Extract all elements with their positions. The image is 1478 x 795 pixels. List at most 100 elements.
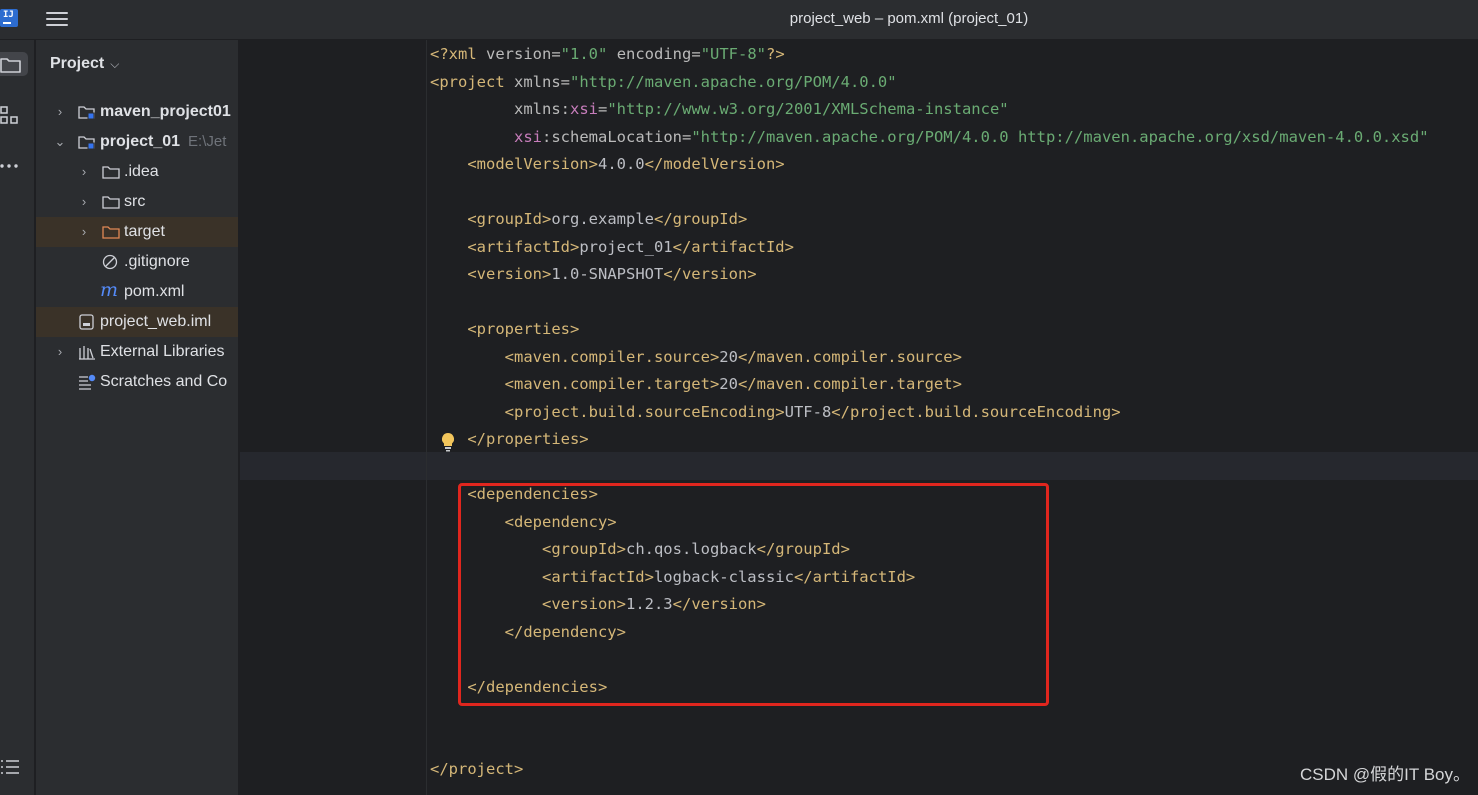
tag: </maven.compiler.target> bbox=[737, 375, 962, 393]
code-line[interactable]: <maven.compiler.source>20</maven.compile… bbox=[430, 343, 962, 371]
tag: </version> bbox=[663, 265, 757, 283]
tree-item-label: External Libraries bbox=[100, 343, 225, 360]
project-panel: Project ⌵ › maven_project01 ⌄ project_01 E… bbox=[36, 40, 239, 795]
tag: <maven.compiler.source> bbox=[504, 347, 720, 366]
attr-name: xsi bbox=[570, 100, 598, 118]
ignore-file-icon bbox=[102, 254, 118, 270]
tree-item-label: project_01 E:\Jet bbox=[100, 127, 226, 157]
code-line[interactable]: <version>1.0-SNAPSHOT</version> bbox=[430, 260, 757, 288]
maven-file-icon: m bbox=[100, 279, 119, 301]
folder-icon bbox=[102, 196, 120, 209]
tag: </modelVersion> bbox=[644, 155, 785, 173]
project-view-selector[interactable]: Project ⌵ bbox=[50, 55, 119, 73]
code-line[interactable] bbox=[430, 288, 439, 316]
code-line[interactable]: xsi:schemaLocation="http://maven.apache.… bbox=[430, 123, 1429, 151]
element-text: project_01 bbox=[579, 237, 673, 256]
tag: </artifactId> bbox=[672, 237, 794, 256]
code-line[interactable] bbox=[430, 178, 439, 206]
xml-decl: <?xml bbox=[430, 45, 486, 63]
tree-item-scratches[interactable]: Scratches and Co bbox=[36, 367, 238, 397]
structure-icon bbox=[0, 106, 18, 124]
tree-item-project-01[interactable]: ⌄ project_01 E:\Jet bbox=[36, 127, 238, 157]
libraries-icon bbox=[79, 346, 95, 360]
code-line[interactable]: <modelVersion>4.0.0</modelVersion> bbox=[430, 150, 785, 178]
code-line[interactable] bbox=[430, 453, 439, 481]
tag: <maven.compiler.target> bbox=[504, 375, 720, 393]
title-bar: project_web – pom.xml (project_01) bbox=[0, 0, 1478, 40]
gutter-divider bbox=[426, 40, 427, 795]
chevron-right-icon[interactable]: › bbox=[78, 157, 90, 187]
code-line[interactable] bbox=[430, 728, 439, 756]
tree-item-maven-project01[interactable]: › maven_project01 bbox=[36, 97, 238, 127]
list-icon bbox=[1, 760, 19, 774]
module-name: project_01 bbox=[100, 133, 181, 150]
tree-item-target[interactable]: › target bbox=[36, 217, 238, 247]
tree-item-pom-xml[interactable]: m pom.xml bbox=[36, 277, 238, 307]
chevron-right-icon[interactable]: › bbox=[78, 187, 90, 217]
project-tool-button[interactable] bbox=[0, 52, 28, 76]
folder-icon bbox=[102, 166, 120, 179]
more-icon bbox=[0, 164, 18, 168]
watermark: CSDN @假的IT Boy。 bbox=[1300, 765, 1470, 784]
window-title: project_web – pom.xml (project_01) bbox=[789, 10, 1029, 27]
tree-item-label: project_web.iml bbox=[100, 313, 212, 330]
tag: </groupId> bbox=[653, 210, 748, 228]
attr-name: encoding bbox=[616, 45, 692, 63]
chevron-right-icon[interactable]: › bbox=[54, 97, 66, 127]
element-text: 1.0-SNAPSHOT bbox=[551, 265, 664, 283]
code-line[interactable]: <properties> bbox=[430, 315, 579, 343]
element-text: UTF-8 bbox=[784, 402, 832, 421]
attr-value: "http://www.w3.org/2001/XMLSchema-instan… bbox=[607, 100, 1009, 118]
tag: </project.build.sourceEncoding> bbox=[831, 402, 1121, 421]
tree-item-label: pom.xml bbox=[124, 283, 185, 300]
tag: <project bbox=[430, 72, 505, 91]
more-tools-button[interactable] bbox=[0, 154, 24, 178]
code-line[interactable]: <project.build.sourceEncoding>UTF-8</pro… bbox=[430, 398, 1121, 426]
attr-eq: = bbox=[598, 100, 608, 118]
tree-item-idea[interactable]: › .idea bbox=[36, 157, 238, 187]
attr-value: "http://maven.apache.org/POM/4.0.0 http:… bbox=[691, 127, 1429, 146]
element-text: 20 bbox=[719, 375, 738, 393]
attr-prefix: xsi bbox=[514, 127, 542, 146]
tree-item-external-libraries[interactable]: › External Libraries bbox=[36, 337, 238, 367]
tag: <version> bbox=[467, 265, 552, 283]
code-line[interactable]: xmlns:xsi="http://www.w3.org/2001/XMLSch… bbox=[430, 95, 1009, 123]
code-line[interactable]: <groupId>org.example</groupId> bbox=[430, 205, 747, 233]
attr-name: schemaLocation bbox=[551, 127, 682, 146]
element-text: 4.0.0 bbox=[597, 155, 645, 173]
tag: <artifactId> bbox=[467, 237, 580, 256]
tree-item-src[interactable]: › src bbox=[36, 187, 238, 217]
chevron-down-icon[interactable]: ⌄ bbox=[54, 127, 66, 157]
tag: <project.build.sourceEncoding> bbox=[504, 402, 785, 421]
colon: : bbox=[542, 127, 552, 146]
tag: </maven.compiler.source> bbox=[737, 347, 962, 366]
chevron-right-icon[interactable]: › bbox=[54, 337, 66, 367]
structure-tool-button[interactable] bbox=[0, 104, 24, 128]
attr-name: version bbox=[486, 45, 552, 63]
scratches-icon bbox=[79, 374, 96, 390]
chevron-right-icon[interactable]: › bbox=[78, 217, 90, 247]
code-line[interactable]: <artifactId>project_01</artifactId> bbox=[430, 233, 794, 261]
folder-icon bbox=[0, 58, 21, 73]
annotation-red-box bbox=[458, 483, 1049, 706]
code-editor[interactable]: <?xml version="1.0" encoding="UTF-8"?> <p… bbox=[240, 40, 1478, 795]
tree-item-project-web-iml[interactable]: project_web.iml bbox=[36, 307, 238, 337]
code-line[interactable]: </project> bbox=[430, 755, 523, 783]
todo-tool-button[interactable] bbox=[0, 756, 24, 780]
code-line[interactable]: <project xmlns="http://maven.apache.org/… bbox=[430, 68, 897, 96]
tag: <modelVersion> bbox=[467, 155, 598, 173]
code-line[interactable]: <maven.compiler.target>20</maven.compile… bbox=[430, 370, 962, 398]
code-line[interactable]: <?xml version="1.0" encoding="UTF-8"?> bbox=[430, 40, 785, 68]
code-line[interactable] bbox=[430, 700, 439, 728]
attr-eq: = bbox=[551, 45, 561, 63]
code-line[interactable] bbox=[430, 645, 439, 673]
xml-decl: ?> bbox=[766, 45, 785, 63]
attr-prefix: xmlns: bbox=[514, 100, 570, 118]
tree-item-label: src bbox=[124, 193, 146, 210]
project-tree: › maven_project01 ⌄ project_01 E:\Jet › .… bbox=[36, 97, 238, 397]
tree-item-label: maven_project01 bbox=[100, 103, 231, 120]
code-line[interactable]: </properties> bbox=[430, 425, 588, 453]
tree-item-label: .idea bbox=[124, 163, 159, 180]
tree-item-gitignore[interactable]: .gitignore bbox=[36, 247, 238, 277]
